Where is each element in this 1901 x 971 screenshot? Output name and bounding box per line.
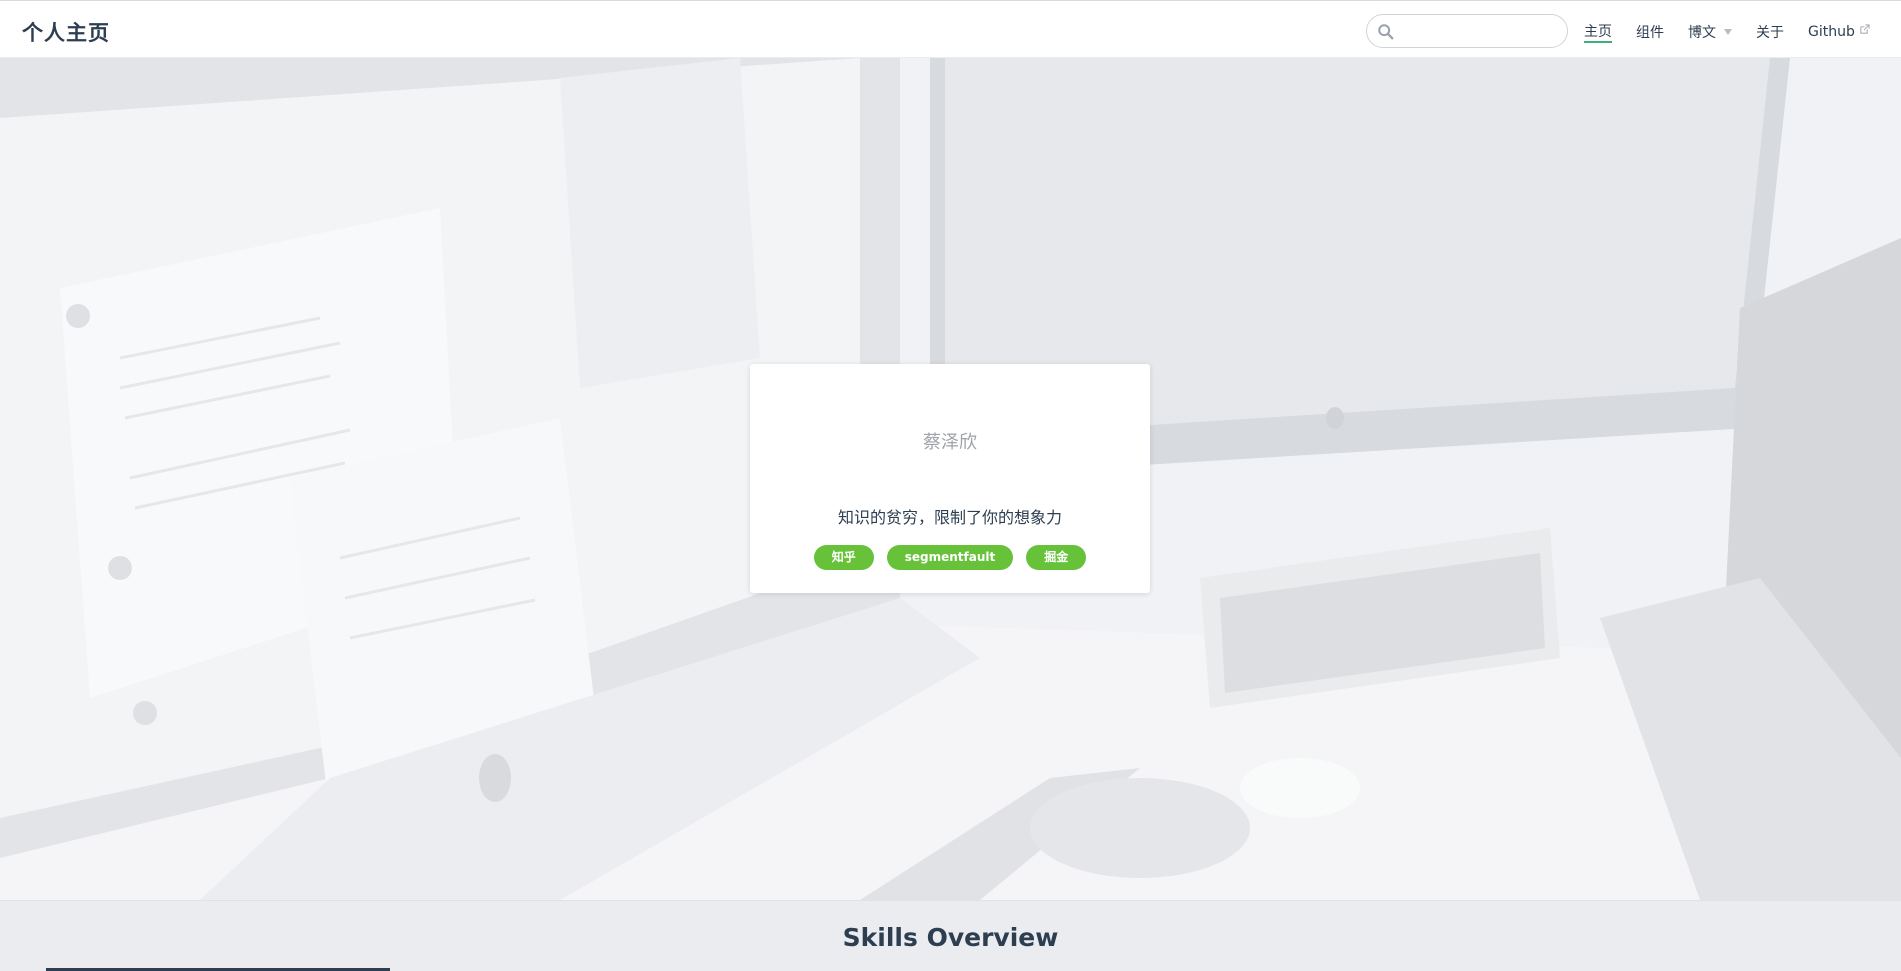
chevron-down-icon	[1724, 29, 1732, 35]
nav-link-components[interactable]: 组件	[1636, 21, 1664, 43]
nav-link-github[interactable]: Github	[1808, 21, 1870, 43]
nav-link-home[interactable]: 主页	[1584, 21, 1612, 43]
search-icon	[1378, 24, 1394, 40]
skills-section: Skills Overview	[0, 900, 1901, 971]
external-link-icon	[1860, 23, 1870, 34]
profile-name: 蔡泽欣	[923, 432, 977, 453]
hero-section: 蔡泽欣 知识的贫穷，限制了你的想象力 知乎 segmentfault 掘金	[0, 58, 1901, 900]
search-box[interactable]	[1366, 14, 1568, 48]
nav-link-components-label: 组件	[1636, 25, 1664, 41]
profile-links: 知乎 segmentfault 掘金	[750, 545, 1150, 570]
juejin-link[interactable]: 掘金	[1026, 545, 1087, 570]
profile-motto: 知识的贫穷，限制了你的想象力	[837, 508, 1062, 527]
nav-link-posts-label: 博文	[1688, 25, 1716, 41]
nav-link-about[interactable]: 关于	[1756, 21, 1784, 43]
nav-link-github-label: Github	[1808, 24, 1855, 40]
zhihu-link[interactable]: 知乎	[813, 545, 874, 570]
segmentfault-link[interactable]: segmentfault	[886, 545, 1014, 570]
nav-link-home-label: 主页	[1584, 24, 1612, 40]
skills-title: Skills Overview	[842, 923, 1059, 952]
nav-link-posts[interactable]: 博文	[1688, 21, 1732, 43]
site-name[interactable]: 个人主页	[22, 17, 110, 47]
nav-link-about-label: 关于	[1756, 25, 1784, 41]
profile-card: 蔡泽欣 知识的贫穷，限制了你的想象力 知乎 segmentfault 掘金	[750, 364, 1150, 593]
navbar: 个人主页 主页 组件 博文 关于 Github	[0, 0, 1901, 58]
nav-links: 主页 组件 博文 关于 Github	[1584, 21, 1870, 43]
search-input[interactable]	[1399, 19, 1559, 43]
